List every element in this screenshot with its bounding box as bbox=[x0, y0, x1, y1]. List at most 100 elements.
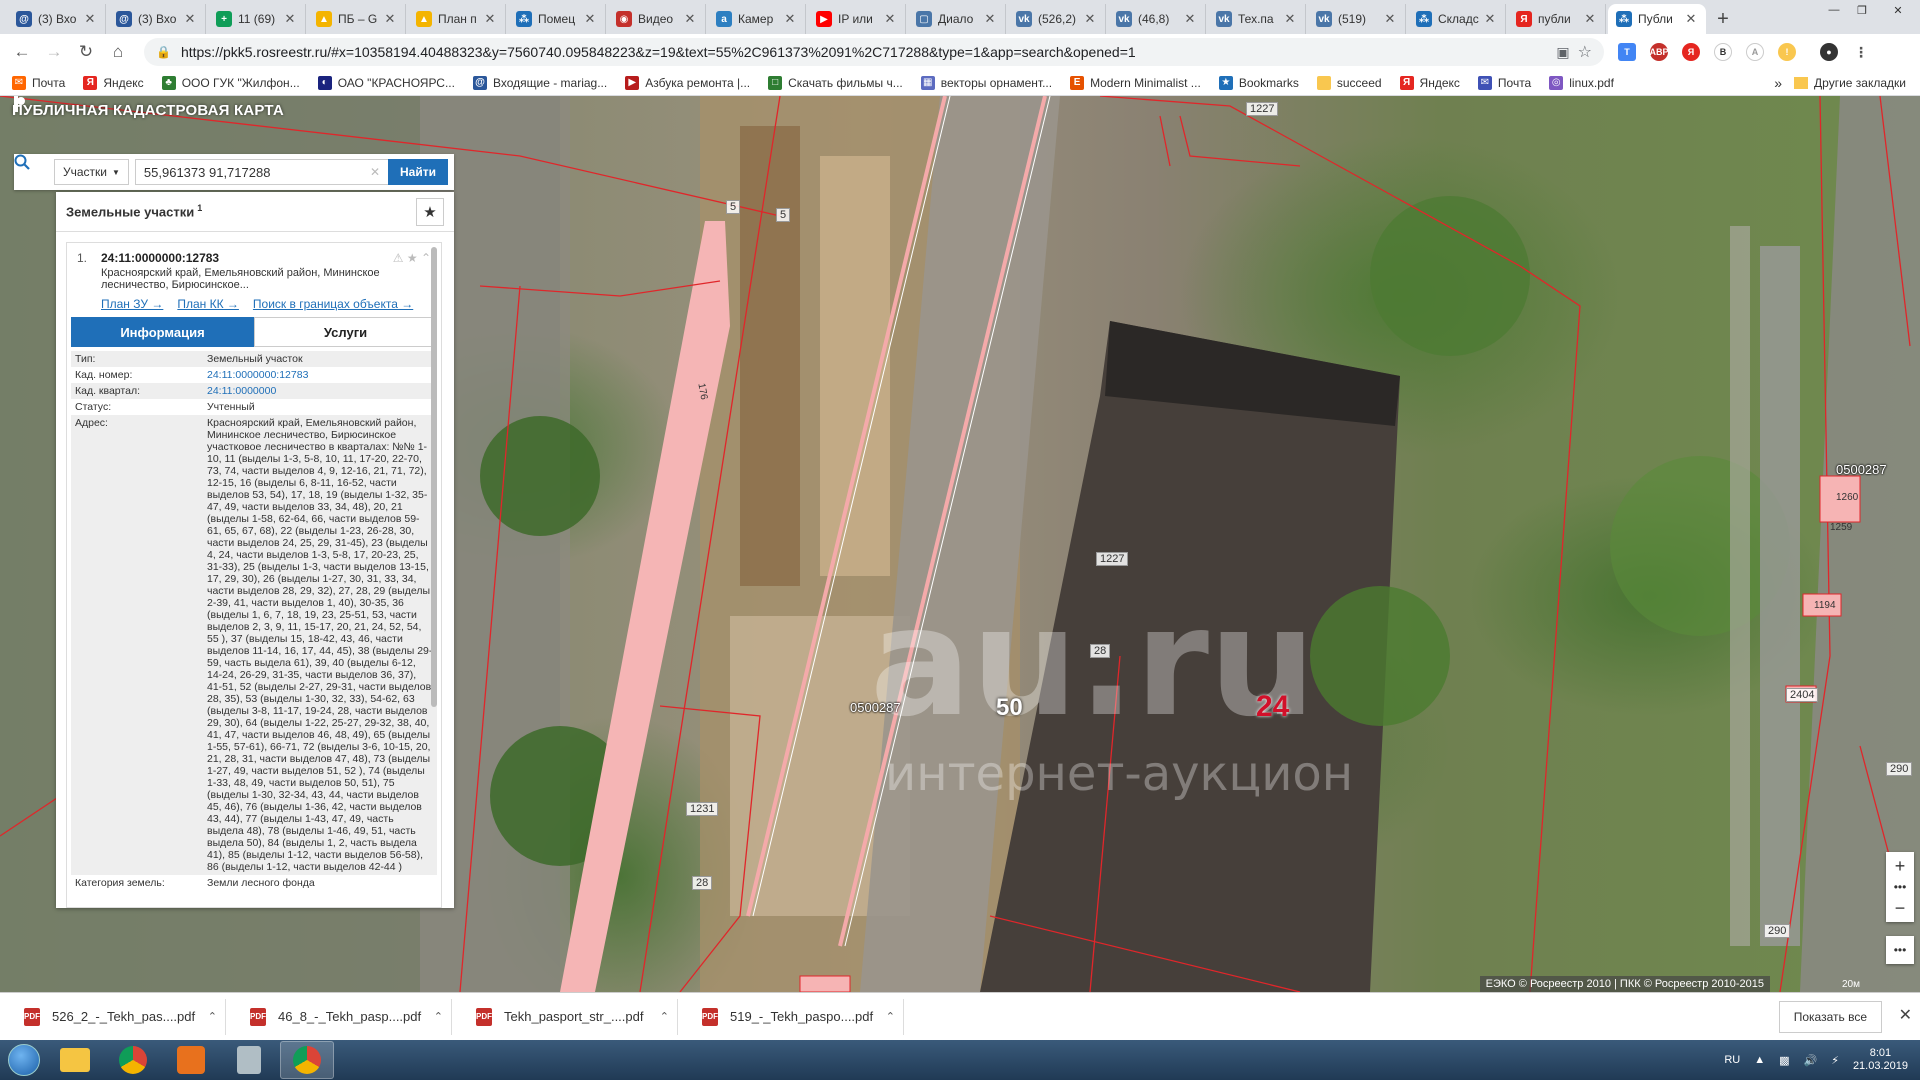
favorite-star-icon[interactable]: ★ bbox=[416, 197, 444, 226]
bookmark-item[interactable]: succeed bbox=[1316, 75, 1382, 90]
browser-tab[interactable]: Япубли ✕ bbox=[1508, 4, 1606, 34]
plot-number[interactable]: 2404 bbox=[1786, 688, 1819, 702]
map-canvas[interactable]: au.ru интернет-аукцион 24 50 0500287 050… bbox=[0, 96, 1920, 992]
maximize-button[interactable]: ❐ bbox=[1848, 0, 1876, 20]
bookmarks-overflow-icon[interactable]: » bbox=[1774, 75, 1782, 91]
browser-tab[interactable]: @ (3) Вхо ✕ bbox=[108, 4, 206, 34]
bookmark-star-icon[interactable]: ☆ bbox=[1578, 42, 1592, 62]
tab-close-icon[interactable]: ✕ bbox=[183, 11, 197, 27]
browser-tab[interactable]: vk Тех.па ✕ bbox=[1208, 4, 1306, 34]
tab-close-icon[interactable]: ✕ bbox=[583, 11, 597, 27]
tab-close-icon[interactable]: ✕ bbox=[683, 11, 697, 27]
taskbar-chrome[interactable] bbox=[106, 1041, 160, 1079]
reload-icon[interactable]: ↻ bbox=[72, 38, 100, 66]
property-value[interactable]: 24:11:0000000:12783 bbox=[207, 369, 433, 381]
bookmark-item[interactable]: ◐ ОАО "КРАСНОЯРС... bbox=[317, 75, 455, 90]
extension-a-icon[interactable]: A bbox=[1746, 43, 1764, 61]
bookmark-item[interactable]: ▦ векторы орнамент... bbox=[920, 75, 1052, 90]
result-kad-number[interactable]: 24:11:0000000:12783 bbox=[101, 251, 433, 265]
zoom-dots-icon[interactable]: ••• bbox=[1886, 880, 1914, 894]
tab-close-icon[interactable]: ✕ bbox=[783, 11, 797, 27]
browser-tab[interactable]: +11 (69) ✕ bbox=[208, 4, 306, 34]
property-value[interactable]: 24:11:0000000 bbox=[207, 385, 433, 397]
tab-close-icon[interactable]: ✕ bbox=[1583, 11, 1597, 27]
plot-number[interactable]: 28 bbox=[692, 876, 713, 890]
panel-scrollbar[interactable] bbox=[431, 247, 437, 707]
tab-close-icon[interactable]: ✕ bbox=[883, 11, 897, 27]
plot-number[interactable]: 5 bbox=[726, 200, 741, 214]
extension-yandex-icon[interactable]: Я bbox=[1682, 43, 1700, 61]
address-bar[interactable]: 🔒 https://pkk5.rosreestr.ru/#x=10358194.… bbox=[144, 38, 1604, 66]
volume-icon[interactable]: 🔊 bbox=[1804, 1054, 1818, 1067]
tab-close-icon[interactable]: ✕ bbox=[983, 11, 997, 27]
power-icon[interactable]: ⚡ bbox=[1831, 1054, 1839, 1067]
search-input[interactable]: 55,961373 91,717288 ✕ bbox=[134, 159, 389, 185]
link-search-in-bounds[interactable]: Поиск в границах объекта → bbox=[253, 297, 413, 311]
taskbar-media-player[interactable] bbox=[164, 1041, 218, 1079]
download-item[interactable]: PDF 519_-_Tekh_paspo....pdf ⌃ bbox=[694, 998, 904, 1035]
translate-icon[interactable]: ▣ bbox=[1556, 44, 1569, 61]
chevron-up-icon[interactable]: ⌃ bbox=[886, 1010, 895, 1023]
tab-close-icon[interactable]: ✕ bbox=[483, 11, 497, 27]
more-tools-button[interactable]: ••• bbox=[1886, 936, 1914, 964]
tab-close-icon[interactable]: ✕ bbox=[383, 11, 397, 27]
bookmark-item[interactable]: ▶ Азбука ремонта |... bbox=[625, 75, 750, 90]
browser-tab[interactable]: a Камер ✕ bbox=[708, 4, 806, 34]
zoom-out-button[interactable]: − bbox=[1886, 894, 1914, 922]
clear-icon[interactable]: ✕ bbox=[370, 165, 380, 179]
close-window-button[interactable]: ✕ bbox=[1876, 0, 1920, 20]
tab-close-icon[interactable]: ✕ bbox=[83, 11, 97, 27]
search-button[interactable]: Найти bbox=[388, 159, 448, 185]
tab-services[interactable]: Услуги bbox=[254, 317, 437, 347]
browser-tab[interactable]: ▲ План п ✕ bbox=[408, 4, 506, 34]
bookmark-item[interactable]: E Modern Minimalist ... bbox=[1070, 75, 1201, 90]
browser-tab[interactable]: ▶ IP или ✕ bbox=[808, 4, 906, 34]
plot-number[interactable]: 1231 bbox=[686, 802, 719, 816]
plot-number[interactable]: 1227 bbox=[1096, 552, 1129, 566]
taskbar-calculator[interactable] bbox=[222, 1041, 276, 1079]
language-indicator[interactable]: RU bbox=[1724, 1054, 1740, 1066]
browser-tab[interactable]: vk (519) ✕ bbox=[1308, 4, 1406, 34]
extension-translate-icon[interactable]: T bbox=[1618, 43, 1636, 61]
bookmark-item[interactable]: ✉ Почта bbox=[12, 75, 65, 90]
new-tab-button[interactable]: + bbox=[1708, 4, 1738, 34]
plot-number[interactable]: 290 bbox=[1764, 924, 1791, 938]
browser-tab[interactable]: @ (3) Вхо ✕ bbox=[8, 4, 106, 34]
show-all-downloads-button[interactable]: Показать все bbox=[1778, 1001, 1882, 1033]
extension-b-icon[interactable]: B bbox=[1714, 43, 1732, 61]
other-bookmarks[interactable]: Другие закладки bbox=[1794, 76, 1906, 90]
browser-tab[interactable]: ▲ ПБ – G ✕ bbox=[308, 4, 406, 34]
link-plan-kk[interactable]: План КК → bbox=[177, 297, 239, 311]
bookmark-item[interactable]: ♣ ООО ГУК "Жилфон... bbox=[161, 75, 300, 90]
star-icon[interactable]: ★ bbox=[407, 251, 418, 265]
tray-up-arrow-icon[interactable]: ▲ bbox=[1754, 1054, 1765, 1066]
extension-adblock-icon[interactable]: ABP bbox=[1650, 43, 1669, 61]
bookmark-item[interactable]: □ Скачать фильмы ч... bbox=[768, 75, 903, 90]
tab-close-icon[interactable]: ✕ bbox=[1483, 11, 1497, 27]
tab-information[interactable]: Информация bbox=[71, 317, 254, 347]
tab-close-icon[interactable]: ✕ bbox=[1183, 11, 1197, 27]
bookmark-item[interactable]: ★ Bookmarks bbox=[1218, 75, 1299, 90]
profile-avatar[interactable]: ● bbox=[1820, 43, 1838, 61]
taskbar-chrome-active[interactable] bbox=[280, 1041, 334, 1079]
browser-tab[interactable]: ▢ Диало ✕ bbox=[908, 4, 1006, 34]
menu-dots-icon[interactable]: ⋮ bbox=[1852, 43, 1870, 61]
extension-pin-icon[interactable]: ! bbox=[1778, 43, 1796, 61]
browser-tab[interactable]: ◉ Видео ✕ bbox=[608, 4, 706, 34]
taskbar-explorer[interactable] bbox=[48, 1041, 102, 1079]
back-icon[interactable]: ← bbox=[8, 38, 36, 66]
link-plan-zu[interactable]: План ЗУ → bbox=[101, 297, 163, 311]
warning-icon[interactable]: ⚠ bbox=[393, 251, 404, 265]
download-item[interactable]: PDF 526_2_-_Tekh_pas....pdf ⌃ bbox=[16, 998, 226, 1035]
chevron-up-icon[interactable]: ⌃ bbox=[421, 251, 431, 265]
minimize-button[interactable]: — bbox=[1820, 0, 1848, 20]
tab-close-icon[interactable]: ✕ bbox=[1083, 11, 1097, 27]
bookmark-item[interactable]: ✉ Почта bbox=[1477, 75, 1531, 90]
tab-close-icon[interactable]: ✕ bbox=[1283, 11, 1297, 27]
bookmark-item[interactable]: Я Яндекс bbox=[83, 75, 144, 90]
download-item[interactable]: PDF 46_8_-_Tekh_pasp....pdf ⌃ bbox=[242, 998, 452, 1035]
forward-icon[interactable]: → bbox=[40, 38, 68, 66]
bookmark-item[interactable]: @ Входящие - mariag... bbox=[472, 75, 607, 90]
start-button[interactable] bbox=[0, 1040, 48, 1080]
zoom-in-button[interactable]: + bbox=[1886, 852, 1914, 880]
